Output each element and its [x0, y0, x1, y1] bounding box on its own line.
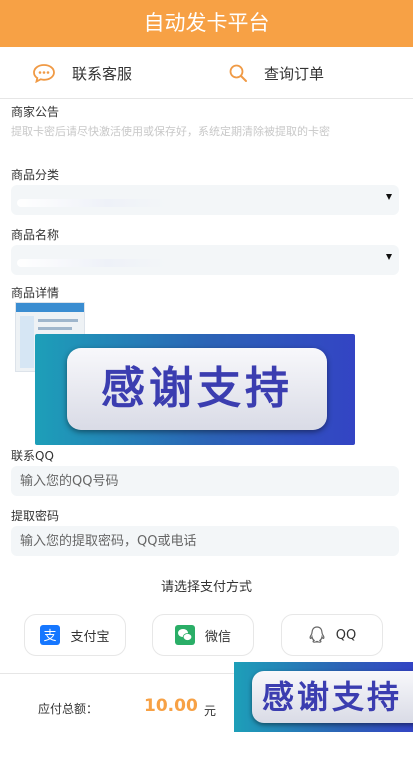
password-field: [11, 526, 399, 556]
product-label: 商品名称: [11, 228, 60, 242]
thanks-banner-text: 感谢支持: [101, 363, 293, 414]
alipay-icon: 支: [40, 625, 61, 645]
contact-qq-field: [11, 466, 399, 496]
dropdown-arrow-icon: [386, 194, 392, 200]
category-label: 商品分类: [11, 168, 60, 182]
pay-wechat-label: 微信: [204, 629, 231, 645]
total-label: 应付总额：: [38, 702, 99, 716]
wechat-icon: [174, 625, 195, 645]
product-selected-value: [17, 259, 167, 267]
contact-qq-label: 联系QQ: [11, 449, 54, 463]
notice-text: 提取卡密后请尽快激活使用或保存好，系统定期清除被提取的卡密: [11, 125, 330, 138]
qq-icon: [309, 626, 325, 643]
pay-wechat-button[interactable]: 微信: [152, 614, 254, 656]
thanks-banner-image: 感谢支持: [35, 334, 355, 445]
password-label: 提取密码: [11, 509, 60, 523]
page-title: 自动发卡平台: [143, 11, 270, 35]
buy-button-text: 感谢支持: [262, 678, 403, 716]
pay-alipay-button[interactable]: 支 支付宝: [24, 614, 126, 656]
pay-alipay-label: 支付宝: [70, 629, 110, 645]
app-header: 自动发卡平台: [0, 0, 413, 47]
search-icon: [229, 64, 247, 82]
category-select[interactable]: [11, 185, 399, 215]
top-nav: 联系客服 查询订单: [0, 47, 413, 99]
query-order-label: 查询订单: [264, 64, 325, 83]
contact-qq-input[interactable]: [11, 466, 399, 496]
contact-service-button[interactable]: 联系客服: [32, 47, 132, 99]
dropdown-arrow-icon: [386, 254, 392, 260]
product-select[interactable]: [11, 245, 399, 275]
contact-service-label: 联系客服: [72, 64, 133, 83]
password-input[interactable]: [11, 526, 399, 556]
svg-text:支: 支: [44, 629, 57, 644]
payment-title: 请选择支付方式: [160, 580, 252, 595]
query-order-button[interactable]: 查询订单: [228, 47, 324, 99]
total-amount: 10.00: [144, 696, 198, 716]
buy-button[interactable]: 感谢支持: [234, 662, 413, 732]
pay-qq-button[interactable]: QQ: [281, 614, 383, 656]
chat-icon: [33, 64, 55, 83]
pay-qq-label: QQ: [335, 627, 357, 643]
details-label: 商品详情: [11, 286, 60, 300]
checkout-footer: 应付总额： 10.00 元 感谢支持: [0, 662, 413, 766]
notice-label: 商家公告: [11, 105, 60, 119]
category-selected-value: [17, 199, 167, 207]
currency-unit: 元: [204, 704, 217, 718]
